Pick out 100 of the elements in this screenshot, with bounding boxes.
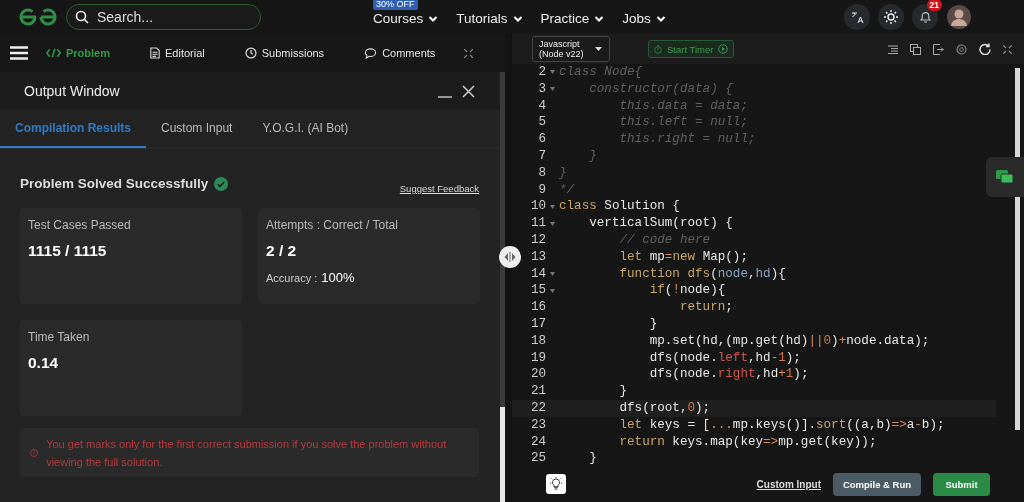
code-line: let keys = [...mp.keys()].sort((a,b)=>a-b); bbox=[618, 416, 945, 434]
window-title: Output Window bbox=[24, 83, 120, 99]
fold-caret-icon[interactable] bbox=[549, 204, 555, 209]
code-line: } bbox=[618, 383, 628, 400]
line-number: 10 bbox=[529, 198, 546, 216]
code-line: } bbox=[558, 164, 567, 182]
line-number: 9 bbox=[537, 181, 546, 199]
avatar-icon[interactable] bbox=[946, 4, 972, 30]
line-number: 19 bbox=[529, 349, 546, 367]
search-field[interactable]: Search... bbox=[66, 4, 261, 30]
card-label: Test Cases Passed bbox=[28, 218, 132, 232]
line-number: 16 bbox=[529, 299, 546, 316]
line-number: 21 bbox=[529, 383, 546, 400]
problem-tab[interactable]: Problem bbox=[46, 47, 110, 59]
notice-text: You get marks only for the first correct submission if you solve the problem without viewing the full solution. bbox=[46, 436, 448, 470]
line-number: 14 bbox=[529, 265, 546, 283]
line-number: 2 bbox=[537, 64, 546, 81]
scrollbar[interactable] bbox=[500, 72, 505, 502]
settings-icon[interactable] bbox=[956, 43, 967, 55]
code-line: return keys.map(key=>mp.get(key)); bbox=[618, 433, 877, 451]
code-line: constructor(data) { bbox=[588, 80, 733, 98]
menu-icon[interactable] bbox=[10, 46, 28, 60]
fold-caret-icon[interactable] bbox=[549, 271, 555, 276]
theme-button[interactable] bbox=[878, 4, 904, 30]
line-number: 18 bbox=[529, 332, 546, 350]
line-number: 7 bbox=[537, 148, 546, 165]
expand-icon[interactable] bbox=[1003, 44, 1012, 54]
card-value: 0.14 bbox=[28, 354, 60, 372]
format-icon[interactable] bbox=[888, 44, 898, 54]
speech-bubble-icon bbox=[364, 47, 378, 59]
line-number: 24 bbox=[529, 433, 546, 451]
problem-tab[interactable]: Comments bbox=[364, 47, 436, 59]
resize-arrows-icon bbox=[504, 252, 516, 262]
code-line: dfs(node.right,hd+1); bbox=[648, 366, 809, 384]
code-line: } bbox=[588, 148, 597, 165]
accuracy-value: 100% bbox=[321, 270, 355, 285]
logo-icon[interactable] bbox=[18, 8, 58, 26]
reset-icon[interactable] bbox=[979, 43, 991, 55]
line-number: 25 bbox=[529, 450, 546, 466]
custom-input-link[interactable]: Custom Input bbox=[756, 478, 821, 490]
lightbulb-icon bbox=[549, 477, 563, 491]
sun-icon bbox=[883, 9, 899, 25]
close-icon[interactable] bbox=[462, 84, 475, 98]
output-tab[interactable]: Compilation Results bbox=[0, 110, 146, 148]
code-line: } bbox=[648, 315, 658, 333]
code-line: */ bbox=[558, 181, 575, 199]
copy-icon[interactable] bbox=[910, 43, 921, 55]
output-tab[interactable]: Y.O.G.I. (AI Bot) bbox=[247, 110, 364, 148]
code-icon bbox=[46, 48, 61, 58]
document-icon bbox=[150, 47, 160, 59]
bell-icon bbox=[918, 10, 932, 24]
stopwatch-icon bbox=[654, 44, 662, 54]
start-timer-button[interactable]: Start Timer bbox=[648, 40, 735, 58]
card-label: Time Taken bbox=[28, 330, 91, 344]
nav-menu-item[interactable]: Practice bbox=[540, 11, 605, 26]
check-circle-icon bbox=[214, 176, 229, 191]
hint-button[interactable] bbox=[546, 474, 566, 494]
language-dropdown[interactable]: Javascript (Node v22) bbox=[532, 36, 610, 62]
code-line: this.data = data; bbox=[618, 97, 748, 115]
fold-caret-icon[interactable] bbox=[549, 221, 555, 226]
line-number: 8 bbox=[537, 164, 546, 182]
line-number: 6 bbox=[537, 131, 546, 148]
line-number: 17 bbox=[529, 315, 546, 333]
search-icon bbox=[75, 10, 89, 24]
code-line: class Solution { bbox=[558, 198, 680, 216]
line-number: 23 bbox=[529, 416, 546, 434]
expand-icon[interactable] bbox=[464, 48, 473, 58]
nav-menu-item[interactable]: Tutorials bbox=[456, 11, 523, 26]
card-value: 1115 / 1115 bbox=[28, 242, 108, 260]
code-line: mp.set(hd,(mp.get(hd)||0)+node.data); bbox=[648, 332, 930, 350]
nav-menu-item[interactable]: Jobs bbox=[622, 11, 666, 26]
code-line: function dfs(node,hd){ bbox=[618, 265, 786, 283]
line-number: 3 bbox=[537, 80, 546, 98]
output-tab[interactable]: Custom Input bbox=[146, 110, 248, 148]
line-number: 5 bbox=[537, 114, 546, 132]
problem-tab[interactable]: Editorial bbox=[150, 47, 205, 59]
fold-caret-icon[interactable] bbox=[549, 288, 555, 293]
code-line: let mp=new Map(); bbox=[618, 248, 748, 266]
import-icon[interactable] bbox=[933, 43, 944, 55]
chat-button[interactable] bbox=[986, 157, 1024, 197]
code-line: // code here bbox=[618, 231, 711, 249]
line-number: 22 bbox=[529, 399, 546, 417]
line-number: 20 bbox=[529, 366, 546, 384]
line-number: 15 bbox=[529, 282, 546, 300]
code-line: this.right = null; bbox=[618, 131, 756, 148]
line-number: 12 bbox=[529, 231, 546, 249]
code-line: verticalSum(root) { bbox=[588, 215, 733, 232]
code-line: dfs(root,0); bbox=[618, 399, 711, 417]
fold-caret-icon[interactable] bbox=[549, 70, 555, 75]
fold-caret-icon[interactable] bbox=[549, 87, 555, 92]
problem-tab[interactable]: Submissions bbox=[244, 47, 325, 59]
code-line: class Node{ bbox=[558, 64, 643, 81]
translate-button[interactable] bbox=[844, 4, 870, 30]
submit-button[interactable]: Submit bbox=[933, 472, 990, 496]
code-line: } bbox=[588, 450, 597, 466]
play-icon bbox=[718, 44, 729, 54]
line-number: 4 bbox=[537, 97, 546, 115]
resize-handle[interactable] bbox=[499, 246, 521, 268]
suggest-feedback-link[interactable]: Suggest Feedback bbox=[399, 183, 479, 194]
compile-run-button[interactable]: Compile & Run bbox=[833, 472, 921, 496]
